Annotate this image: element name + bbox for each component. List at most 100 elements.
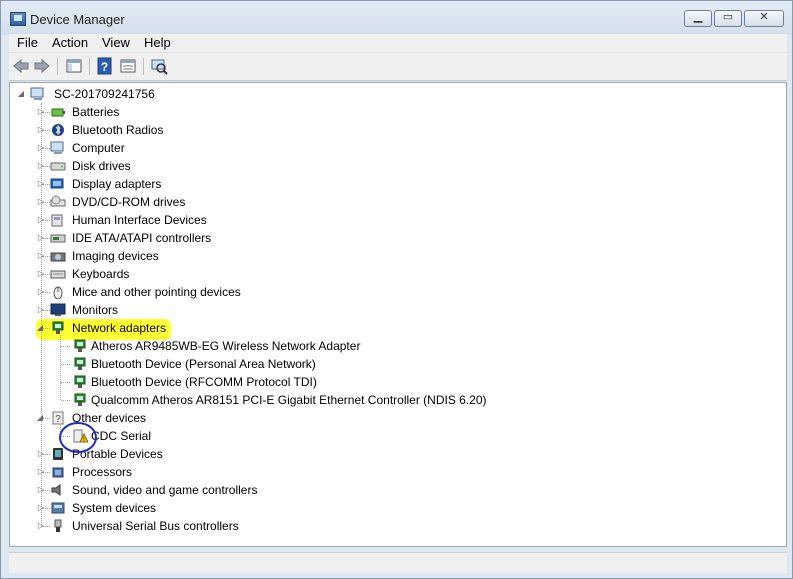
tree-category-other-devices[interactable]: ◢? Other devices [10, 409, 770, 427]
device-tree[interactable]: ◢ SC-201709241756 ▷ Batteries ▷ Bluetooth R… [9, 82, 787, 547]
tree-category-label: Disk drives [72, 159, 131, 173]
tree-category-bluetooth-radios[interactable]: ▷ Bluetooth Radios [10, 121, 770, 139]
expand-arrow-icon[interactable]: ▷ [37, 485, 45, 495]
tree-category-label: Batteries [72, 105, 120, 119]
tree-category-label: System devices [72, 501, 157, 515]
show-hide-console-tree-icon[interactable] [65, 57, 83, 75]
expand-arrow-icon[interactable]: ▷ [37, 179, 45, 189]
collapse-arrow-icon[interactable]: ◢ [36, 323, 44, 333]
title-bar: Device Manager ▁ ▭ ✕ [1, 1, 792, 35]
battery-icon [51, 108, 65, 117]
tree-device-label: Qualcomm Atheros AR8151 PCI-E Gigabit Et… [91, 393, 487, 407]
computer-icon [50, 141, 64, 154]
monitor-icon [50, 303, 66, 316]
tree-category-monitors[interactable]: ▷ Monitors [10, 301, 770, 319]
expand-arrow-icon[interactable]: ▷ [37, 215, 45, 225]
expand-arrow-icon[interactable]: ▷ [37, 107, 45, 117]
tree-category-network-adapters[interactable]: ◢ Network adapters [10, 319, 770, 337]
tree-category-computer[interactable]: ▷ Computer [10, 139, 770, 157]
window-title: Device Manager [30, 12, 125, 27]
minimize-button[interactable]: ▁ [684, 10, 712, 27]
tree-category-label: Processors [72, 465, 133, 479]
expand-arrow-icon[interactable]: ▷ [37, 521, 45, 531]
tree-category-label: Monitors [72, 303, 119, 317]
forward-icon[interactable] [33, 57, 51, 75]
menu-help[interactable]: Help [144, 35, 171, 50]
expand-arrow-icon[interactable]: ▷ [37, 287, 45, 297]
tree-device-item[interactable]: Atheros AR9485WB-EG Wireless Network Ada… [10, 337, 770, 355]
tree-category-sound-video-and-game-controllers[interactable]: ▷ Sound, video and game controllers [10, 481, 770, 499]
network-adapter-icon [74, 393, 86, 406]
collapse-arrow-icon[interactable]: ◢ [17, 89, 25, 99]
tree-category-dvd-cd-rom-drives[interactable]: ▷ DVD/CD-ROM drives [10, 193, 770, 211]
toolbar: ? [9, 53, 787, 81]
properties-icon[interactable] [119, 57, 137, 75]
tree-category-batteries[interactable]: ▷ Batteries [10, 103, 770, 121]
tree-category-human-interface-devices[interactable]: ▷ Human Interface Devices [10, 211, 770, 229]
tree-category-label: Computer [72, 141, 125, 155]
close-icon: ✕ [759, 11, 769, 23]
minimize-icon: ▁ [693, 11, 703, 23]
system-device-icon [51, 502, 65, 514]
expand-arrow-icon[interactable]: ▷ [37, 233, 45, 243]
tree-category-ide-ata-atapi-controllers[interactable]: ▷ IDE ATA/ATAPI controllers [10, 229, 770, 247]
tree-device-item[interactable]: Bluetooth Device (Personal Area Network) [10, 355, 770, 373]
tree-category-universal-serial-bus-controllers[interactable]: ▷ Universal Serial Bus controllers [10, 517, 770, 535]
tree-category-processors[interactable]: ▷ Processors [10, 463, 770, 481]
tree-device-item[interactable]: Bluetooth Device (RFCOMM Protocol TDI) [10, 373, 770, 391]
tree-category-label: Network adapters [72, 321, 167, 335]
tree-category-keyboards[interactable]: ▷ Keyboards [10, 265, 770, 283]
expand-arrow-icon[interactable]: ▷ [37, 269, 45, 279]
help-icon[interactable]: ? [96, 57, 114, 75]
disk-drive-icon [50, 162, 66, 171]
tree-category-label: Bluetooth Radios [72, 123, 164, 137]
close-button[interactable]: ✕ [744, 10, 784, 27]
network-adapter-icon [74, 357, 86, 370]
collapse-arrow-icon[interactable]: ◢ [36, 413, 44, 423]
bluetooth-icon [52, 124, 64, 136]
expand-arrow-icon[interactable]: ▷ [37, 503, 45, 513]
status-bar [9, 552, 787, 573]
tree-device-item[interactable]: ! CDC Serial [10, 427, 770, 445]
processor-icon [52, 467, 64, 478]
tree-device-label: Bluetooth Device (RFCOMM Protocol TDI) [91, 375, 317, 389]
expand-arrow-icon[interactable]: ▷ [37, 143, 45, 153]
maximize-icon: ▭ [722, 11, 734, 23]
menu-bar: File Action View Help [9, 34, 787, 53]
tree-category-mice-and-other-pointing-devices[interactable]: ▷ Mice and other pointing devices [10, 283, 770, 301]
tree-category-disk-drives[interactable]: ▷ Disk drives [10, 157, 770, 175]
expand-arrow-icon[interactable]: ▷ [37, 197, 45, 207]
tree-root[interactable]: ◢ SC-201709241756 [10, 85, 310, 103]
expand-arrow-icon[interactable]: ▷ [37, 305, 45, 315]
tree-category-label: Display adapters [72, 177, 162, 191]
tree-category-label: Keyboards [72, 267, 130, 281]
scan-hardware-changes-icon[interactable] [150, 57, 168, 75]
tree-category-label: Imaging devices [72, 249, 159, 263]
menu-view[interactable]: View [102, 35, 130, 50]
back-icon[interactable] [12, 57, 30, 75]
expand-arrow-icon[interactable]: ▷ [37, 251, 45, 261]
keyboard-icon [50, 270, 66, 279]
mouse-icon [53, 286, 63, 299]
network-adapter-icon [74, 375, 86, 388]
expand-arrow-icon[interactable]: ▷ [37, 125, 45, 135]
usb-icon [54, 519, 62, 532]
svg-text:?: ? [101, 60, 108, 74]
tree-category-portable-devices[interactable]: ▷ Portable Devices [10, 445, 770, 463]
maximize-button[interactable]: ▭ [714, 10, 742, 27]
expand-arrow-icon[interactable]: ▷ [37, 467, 45, 477]
expand-arrow-icon[interactable]: ▷ [37, 161, 45, 171]
tree-device-item[interactable]: Qualcomm Atheros AR8151 PCI-E Gigabit Et… [10, 391, 770, 409]
tree-category-system-devices[interactable]: ▷ System devices [10, 499, 770, 517]
tree-category-display-adapters[interactable]: ▷ Display adapters [10, 175, 770, 193]
speaker-icon [51, 484, 61, 496]
menu-file[interactable]: File [17, 35, 38, 50]
svg-text:?: ? [55, 414, 61, 425]
unknown-device-icon: ? [52, 411, 64, 425]
cdc-serial-annotation-circle [59, 422, 97, 453]
tree-category-imaging-devices[interactable]: ▷ Imaging devices [10, 247, 770, 265]
expand-arrow-icon[interactable]: ▷ [37, 449, 45, 459]
menu-action[interactable]: Action [52, 35, 88, 50]
tree-category-label: Sound, video and game controllers [72, 483, 258, 497]
tree-device-label: Bluetooth Device (Personal Area Network) [91, 357, 316, 371]
